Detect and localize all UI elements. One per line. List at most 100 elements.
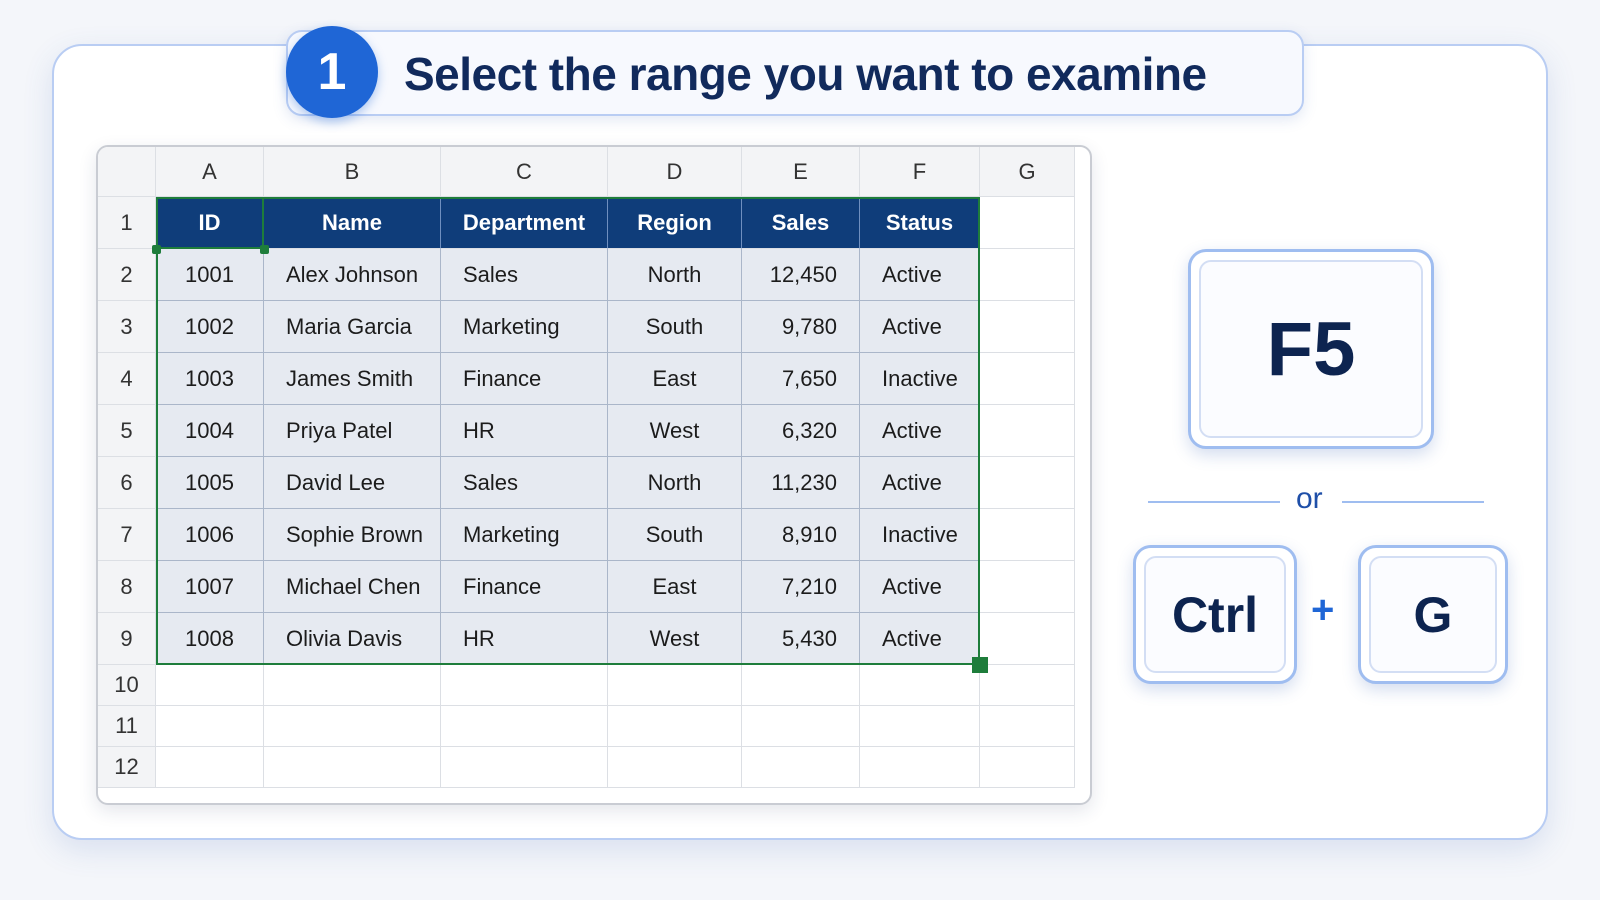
table-cell[interactable]: Active	[860, 405, 980, 457]
empty-cell[interactable]	[980, 457, 1075, 509]
column-header-d[interactable]: D	[608, 147, 742, 197]
row-header-6[interactable]: 6	[98, 457, 156, 509]
table-cell[interactable]: Active	[860, 561, 980, 613]
row-header-9[interactable]: 9	[98, 613, 156, 665]
table-cell[interactable]: 8,910	[742, 509, 860, 561]
table-cell[interactable]: 1004	[156, 405, 264, 457]
empty-cell[interactable]	[860, 706, 980, 747]
table-cell[interactable]: Active	[860, 613, 980, 665]
table-cell[interactable]: Michael Chen	[264, 561, 441, 613]
table-cell[interactable]: David Lee	[264, 457, 441, 509]
empty-cell[interactable]	[742, 706, 860, 747]
table-cell[interactable]: West	[608, 613, 742, 665]
table-cell[interactable]: South	[608, 301, 742, 353]
empty-cell[interactable]	[860, 665, 980, 706]
header-cell[interactable]: Sales	[742, 197, 860, 249]
table-cell[interactable]: 9,780	[742, 301, 860, 353]
header-cell[interactable]: Region	[608, 197, 742, 249]
table-cell[interactable]: HR	[441, 613, 608, 665]
column-header-a[interactable]: A	[156, 147, 264, 197]
header-cell[interactable]: Name	[264, 197, 441, 249]
row-header-8[interactable]: 8	[98, 561, 156, 613]
empty-cell[interactable]	[980, 353, 1075, 405]
table-cell[interactable]: Marketing	[441, 301, 608, 353]
table-cell[interactable]: Maria Garcia	[264, 301, 441, 353]
row-header-11[interactable]: 11	[98, 706, 156, 747]
active-cell-handle[interactable]	[152, 245, 161, 254]
table-cell[interactable]: 1006	[156, 509, 264, 561]
row-header-12[interactable]: 12	[98, 747, 156, 788]
table-cell[interactable]: North	[608, 249, 742, 301]
empty-cell[interactable]	[742, 665, 860, 706]
active-cell-handle[interactable]	[260, 245, 269, 254]
row-header-1[interactable]: 1	[98, 197, 156, 249]
column-header-b[interactable]: B	[264, 147, 441, 197]
table-cell[interactable]: West	[608, 405, 742, 457]
header-cell[interactable]: Department	[441, 197, 608, 249]
row-header-2[interactable]: 2	[98, 249, 156, 301]
empty-cell[interactable]	[156, 706, 264, 747]
empty-cell[interactable]	[264, 665, 441, 706]
column-header-g[interactable]: G	[980, 147, 1075, 197]
table-cell[interactable]: 1002	[156, 301, 264, 353]
table-cell[interactable]: 5,430	[742, 613, 860, 665]
table-cell[interactable]: James Smith	[264, 353, 441, 405]
column-header-f[interactable]: F	[860, 147, 980, 197]
row-header-10[interactable]: 10	[98, 665, 156, 706]
table-cell[interactable]: Active	[860, 249, 980, 301]
table-cell[interactable]: 1008	[156, 613, 264, 665]
table-cell[interactable]: Inactive	[860, 353, 980, 405]
table-cell[interactable]: Sales	[441, 249, 608, 301]
table-cell[interactable]: 12,450	[742, 249, 860, 301]
fill-handle[interactable]	[972, 657, 988, 673]
table-cell[interactable]: Alex Johnson	[264, 249, 441, 301]
table-cell[interactable]: East	[608, 353, 742, 405]
empty-cell[interactable]	[608, 706, 742, 747]
table-cell[interactable]: 1007	[156, 561, 264, 613]
row-header-4[interactable]: 4	[98, 353, 156, 405]
header-cell[interactable]: Status	[860, 197, 980, 249]
table-cell[interactable]: Active	[860, 457, 980, 509]
column-header-e[interactable]: E	[742, 147, 860, 197]
table-cell[interactable]: Finance	[441, 561, 608, 613]
table-cell[interactable]: 11,230	[742, 457, 860, 509]
empty-cell[interactable]	[156, 665, 264, 706]
table-cell[interactable]: Sales	[441, 457, 608, 509]
empty-cell[interactable]	[441, 706, 608, 747]
empty-cell[interactable]	[264, 747, 441, 788]
column-header-c[interactable]: C	[441, 147, 608, 197]
row-header-7[interactable]: 7	[98, 509, 156, 561]
table-cell[interactable]: Priya Patel	[264, 405, 441, 457]
empty-cell[interactable]	[980, 197, 1075, 249]
table-cell[interactable]: 1003	[156, 353, 264, 405]
row-header-3[interactable]: 3	[98, 301, 156, 353]
empty-cell[interactable]	[980, 301, 1075, 353]
table-cell[interactable]: 1001	[156, 249, 264, 301]
empty-cell[interactable]	[980, 249, 1075, 301]
table-cell[interactable]: Active	[860, 301, 980, 353]
table-cell[interactable]: East	[608, 561, 742, 613]
table-cell[interactable]: 1005	[156, 457, 264, 509]
empty-cell[interactable]	[264, 706, 441, 747]
table-cell[interactable]: 6,320	[742, 405, 860, 457]
table-cell[interactable]: Sophie Brown	[264, 509, 441, 561]
empty-cell[interactable]	[980, 561, 1075, 613]
table-cell[interactable]: South	[608, 509, 742, 561]
row-header-5[interactable]: 5	[98, 405, 156, 457]
empty-cell[interactable]	[980, 665, 1075, 706]
table-cell[interactable]: HR	[441, 405, 608, 457]
empty-cell[interactable]	[608, 747, 742, 788]
table-cell[interactable]: 7,650	[742, 353, 860, 405]
empty-cell[interactable]	[441, 665, 608, 706]
empty-cell[interactable]	[608, 665, 742, 706]
empty-cell[interactable]	[156, 747, 264, 788]
select-all-corner[interactable]	[98, 147, 156, 197]
table-cell[interactable]: Marketing	[441, 509, 608, 561]
empty-cell[interactable]	[441, 747, 608, 788]
spreadsheet[interactable]: A B C D E F G 1 2 3 4 5 6 7 8 9 10 11 12 ID Name Department Re…	[96, 145, 1092, 805]
empty-cell[interactable]	[742, 747, 860, 788]
table-cell[interactable]: North	[608, 457, 742, 509]
empty-cell[interactable]	[860, 747, 980, 788]
header-cell[interactable]: ID	[156, 197, 264, 249]
empty-cell[interactable]	[980, 509, 1075, 561]
